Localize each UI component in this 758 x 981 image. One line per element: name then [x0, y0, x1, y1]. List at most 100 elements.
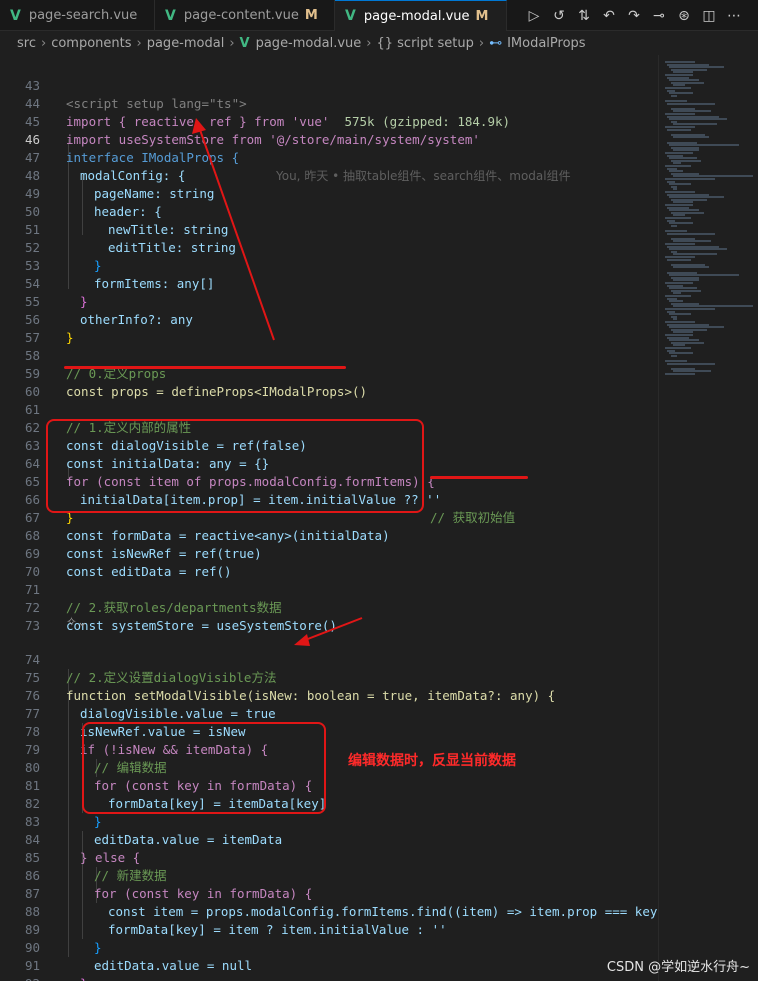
- code-text: editData.value = itemData: [94, 832, 283, 847]
- code-line[interactable]: 88 formData[key] = item ? item.initialVa…: [0, 885, 447, 937]
- code-line[interactable]: 54 }: [0, 257, 88, 309]
- code-line[interactable]: 75 function setModalVisible(isNew: boole…: [0, 651, 555, 703]
- history-icon[interactable]: ↺: [550, 8, 568, 24]
- code-line[interactable]: 48 pageName: string: [0, 149, 214, 201]
- code-text: }: [66, 330, 74, 345]
- code-line[interactable]: 55 otherInfo?: any: [0, 275, 193, 327]
- code-line[interactable]: 82 }: [0, 777, 102, 829]
- code-line[interactable]: 45 import useSystemStore from '@/store/m…: [0, 95, 480, 147]
- code-line[interactable]: 47 modalConfig: {: [0, 131, 185, 183]
- code-line[interactable]: 52 }: [0, 221, 102, 273]
- minimap-line: [669, 248, 727, 251]
- code-line[interactable]: 85 // 新建数据: [0, 831, 167, 883]
- code-text: import { reactive, ref } from 'vue': [66, 114, 330, 129]
- code-text: newTitle: string: [108, 222, 229, 237]
- code-line[interactable]: 89 }: [0, 903, 102, 955]
- commit-icon[interactable]: ⊸: [650, 8, 668, 24]
- code-text: const formData = reactive<any>(initialDa…: [66, 528, 390, 543]
- vue-file-icon: V: [239, 35, 250, 51]
- code-line[interactable]: 83 editData.value = itemData: [0, 795, 282, 847]
- code-line[interactable]: 86 for (const key in formData) {: [0, 849, 312, 901]
- code-line[interactable]: 59 const props = defineProps<IModalProps…: [0, 347, 367, 399]
- code-line[interactable]: 84 } else {: [0, 813, 140, 865]
- code-text: import { reactive, ref } from 'vue' 575k…: [66, 113, 510, 131]
- breadcrumb-item[interactable]: page-modal: [147, 36, 225, 51]
- tab-page-content[interactable]: V page-content.vue M: [155, 0, 335, 31]
- minimap-line: [671, 224, 677, 227]
- code-text: const item = props.modalConfig.formItems…: [108, 904, 665, 919]
- code-comment: // 新建数据: [94, 868, 167, 883]
- code-text: otherInfo?: any: [80, 312, 193, 327]
- code-line[interactable]: 78 if (!isNew && itemData) {: [0, 705, 268, 757]
- code-line[interactable]: 61 // 1.定义内部的属性: [0, 383, 191, 435]
- code-line[interactable]: 92 }: [0, 957, 40, 981]
- code-line[interactable]: 67 const formData = reactive<any>(initia…: [0, 491, 390, 543]
- code-line[interactable]: 53 formItems: any[]: [0, 239, 214, 291]
- more-actions-icon[interactable]: ⋯: [725, 8, 743, 24]
- code-line[interactable]: 51 editTitle: string: [0, 203, 236, 255]
- tab-page-modal[interactable]: V page-modal.vue M: [335, 0, 507, 31]
- code-line[interactable]: 90 editData.value = null: [0, 921, 252, 973]
- code-line[interactable]: 79 // 编辑数据: [0, 723, 167, 775]
- breadcrumb-item[interactable]: src: [17, 36, 36, 51]
- code-text: const editData = ref(): [66, 564, 232, 579]
- code-line[interactable]: 46 interface IModalProps { You, 昨天 • 抽取t…: [0, 113, 571, 183]
- code-line[interactable]: 66 }: [0, 473, 74, 525]
- code-text: header: {: [94, 204, 162, 219]
- annotation-note: 编辑数据时，反显当前数据: [348, 753, 516, 769]
- git-lens-icon[interactable]: ⊛: [675, 8, 693, 24]
- breadcrumb: src › components › page-modal › V page-m…: [0, 31, 758, 55]
- code-line[interactable]: 50 newTitle: string: [0, 185, 228, 237]
- code-line[interactable]: 81 formData[key] = itemData[key]: [0, 759, 326, 811]
- code-line[interactable]: 58 // 0.定义props: [0, 329, 166, 381]
- copilot-icon[interactable]: ✧⌄: [66, 615, 88, 630]
- code-text: pageName: string: [94, 186, 215, 201]
- code-line[interactable]: 91 }: [0, 939, 88, 981]
- go-back-icon[interactable]: ↶: [600, 8, 618, 24]
- split-editor-icon[interactable]: ◫: [700, 8, 718, 24]
- code-line[interactable]: 72 const systemStore = useSystemStore(): [0, 581, 337, 633]
- code-line[interactable]: 49 header: {: [0, 167, 162, 219]
- code-line[interactable]: 70: [0, 545, 40, 579]
- chevron-right-icon: ›: [40, 35, 47, 51]
- tab-page-search[interactable]: V page-search.vue: [0, 0, 155, 31]
- code-line[interactable]: 64 for (const item of props.modalConfig.…: [0, 437, 435, 489]
- code-line[interactable]: 73: [0, 599, 40, 633]
- code-line[interactable]: 65 initialData[item.prop] = item.initial…: [0, 455, 515, 525]
- minimap-line: [667, 232, 715, 235]
- run-icon[interactable]: ▷: [525, 8, 543, 24]
- code-line[interactable]: 60: [0, 365, 40, 399]
- code-line[interactable]: 44 import { reactive, ref } from 'vue' 5…: [0, 77, 510, 129]
- code-line[interactable]: 80 for (const key in formData) {: [0, 741, 312, 793]
- compare-changes-icon[interactable]: ⇅: [575, 8, 593, 24]
- code-line[interactable]: 56 }: [0, 293, 74, 345]
- code-line[interactable]: 57: [0, 311, 40, 345]
- code-line[interactable]: 68 const isNewRef = ref(true): [0, 509, 262, 561]
- code-line[interactable]: 62 const dialogVisible = ref(false): [0, 401, 307, 453]
- modified-indicator: M: [304, 8, 318, 23]
- breadcrumb-file[interactable]: page-modal.vue: [256, 36, 362, 51]
- code-line[interactable]: 76 dialogVisible.value = true: [0, 669, 276, 721]
- code-line[interactable]: 69 const editData = ref(): [0, 527, 232, 579]
- chevron-right-icon: ›: [229, 35, 235, 51]
- breadcrumb-section[interactable]: {} script setup: [376, 36, 473, 51]
- code-line[interactable]: 71 // 2.获取roles/departments数据: [0, 563, 282, 615]
- code-line[interactable]: 77 isNewRef.value = isNew: [0, 687, 246, 739]
- code-line[interactable]: 43 <script setup lang="ts">: [0, 59, 247, 111]
- code-editor[interactable]: 43 <script setup lang="ts"> 44 import { …: [0, 55, 665, 981]
- go-forward-icon[interactable]: ↷: [625, 8, 643, 24]
- code-text: <script setup lang="ts">: [66, 96, 247, 111]
- code-comment: // 2.获取roles/departments数据: [66, 600, 282, 615]
- code-line[interactable]: 74 // 2.定义设置dialogVisible方法: [0, 633, 277, 685]
- code-line[interactable]: 87 const item = props.modalConfig.formIt…: [0, 867, 665, 919]
- minimap-line: [667, 128, 691, 131]
- annotation-underline: [64, 366, 346, 369]
- minimap-line: [673, 136, 709, 139]
- code-comment: // 2.定义设置dialogVisible方法: [66, 670, 277, 685]
- breadcrumb-item[interactable]: components: [51, 36, 131, 51]
- minimap[interactable]: [658, 55, 758, 981]
- breadcrumb-symbol[interactable]: IModalProps: [507, 36, 585, 51]
- chevron-right-icon: ›: [366, 35, 372, 51]
- code-text: }: [94, 814, 102, 829]
- code-line[interactable]: 63 const initialData: any = {}: [0, 419, 269, 471]
